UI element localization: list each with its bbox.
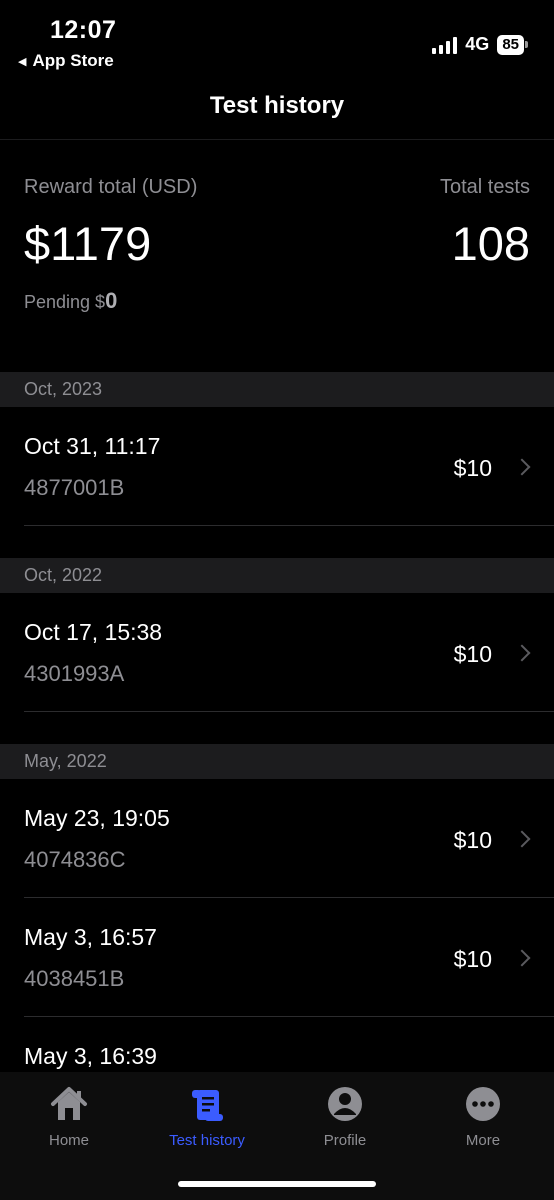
reward-total-value: $1179 [24, 217, 152, 270]
section-header: Oct, 2022 [0, 558, 554, 593]
tab-profile[interactable]: Profile [276, 1084, 414, 1149]
reward-summary: Reward total (USD) $1179 Total tests 108… [0, 140, 554, 372]
chevron-right-icon [513, 644, 531, 662]
tab-test-history-label: Test history [169, 1132, 245, 1149]
row-test-id: 4074836C [24, 847, 126, 872]
chevron-right-icon [513, 458, 531, 476]
row-test-id: 4301993A [24, 661, 125, 686]
page-title: Test history [209, 92, 345, 119]
pending-amount: Pending $0 [24, 288, 117, 314]
tab-more-label: More [465, 1132, 501, 1149]
tab-home[interactable]: Home [0, 1084, 138, 1149]
chevron-right-icon [513, 949, 531, 967]
status-time: 12:07 [50, 16, 117, 44]
status-bar: 12:07 ◀ App Store 4G 85 [0, 0, 554, 80]
row-date: Oct 17, 15:38 [24, 619, 163, 645]
history-row[interactable]: May 3, 16:57 4038451B $10 [0, 898, 554, 1017]
row-date: May 3, 16:57 [24, 924, 157, 950]
row-date: May 23, 19:05 [24, 805, 170, 831]
total-tests-value: 108 [451, 217, 530, 270]
row-amount: $10 [453, 827, 492, 853]
row-date: Oct 31, 11:17 [24, 433, 161, 459]
section-header: May, 2022 [0, 744, 554, 779]
back-app-label: App Store [32, 51, 114, 70]
row-test-id: 4038451B [24, 966, 125, 991]
tab-home-label: Home [48, 1132, 89, 1149]
tab-more[interactable]: More [414, 1084, 552, 1149]
pending-value: 0 [105, 288, 118, 313]
system-icons: 4G 85 [432, 34, 528, 55]
section-header: Oct, 2023 [0, 372, 554, 407]
tab-test-history[interactable]: Test history [138, 1084, 276, 1149]
history-row[interactable]: May 23, 19:05 4074836C $10 [0, 779, 554, 898]
back-to-app-store-link[interactable]: ◀ App Store [18, 51, 114, 71]
row-amount: $10 [453, 455, 492, 481]
row-test-id: 4877001B [24, 475, 125, 500]
signal-icon [432, 36, 458, 54]
network-type: 4G [465, 34, 490, 54]
pending-label: Pending $ [24, 292, 106, 312]
history-row[interactable]: Oct 17, 15:38 4301993A $10 [0, 593, 554, 712]
history-row[interactable]: Oct 31, 11:17 4877001B $10 [0, 407, 554, 526]
chevron-right-icon [513, 830, 531, 848]
home-indicator [178, 1181, 376, 1187]
more-icon [466, 1087, 500, 1121]
home-icon [51, 1087, 87, 1120]
person-icon [328, 1087, 362, 1121]
battery-level: 85 [497, 34, 524, 55]
test-history-list: Oct, 2023 Oct 31, 11:17 4877001B $10 Oct… [0, 372, 554, 1136]
row-amount: $10 [453, 946, 492, 972]
scroll-icon [192, 1090, 223, 1121]
battery-icon: 85 [497, 34, 528, 55]
reward-total-label: Reward total (USD) [24, 176, 198, 198]
back-triangle-icon: ◀ [18, 55, 27, 68]
total-tests-label: Total tests [439, 176, 530, 198]
tab-profile-label: Profile [323, 1132, 367, 1149]
row-date: May 3, 16:39 [24, 1043, 157, 1069]
row-amount: $10 [453, 641, 492, 667]
